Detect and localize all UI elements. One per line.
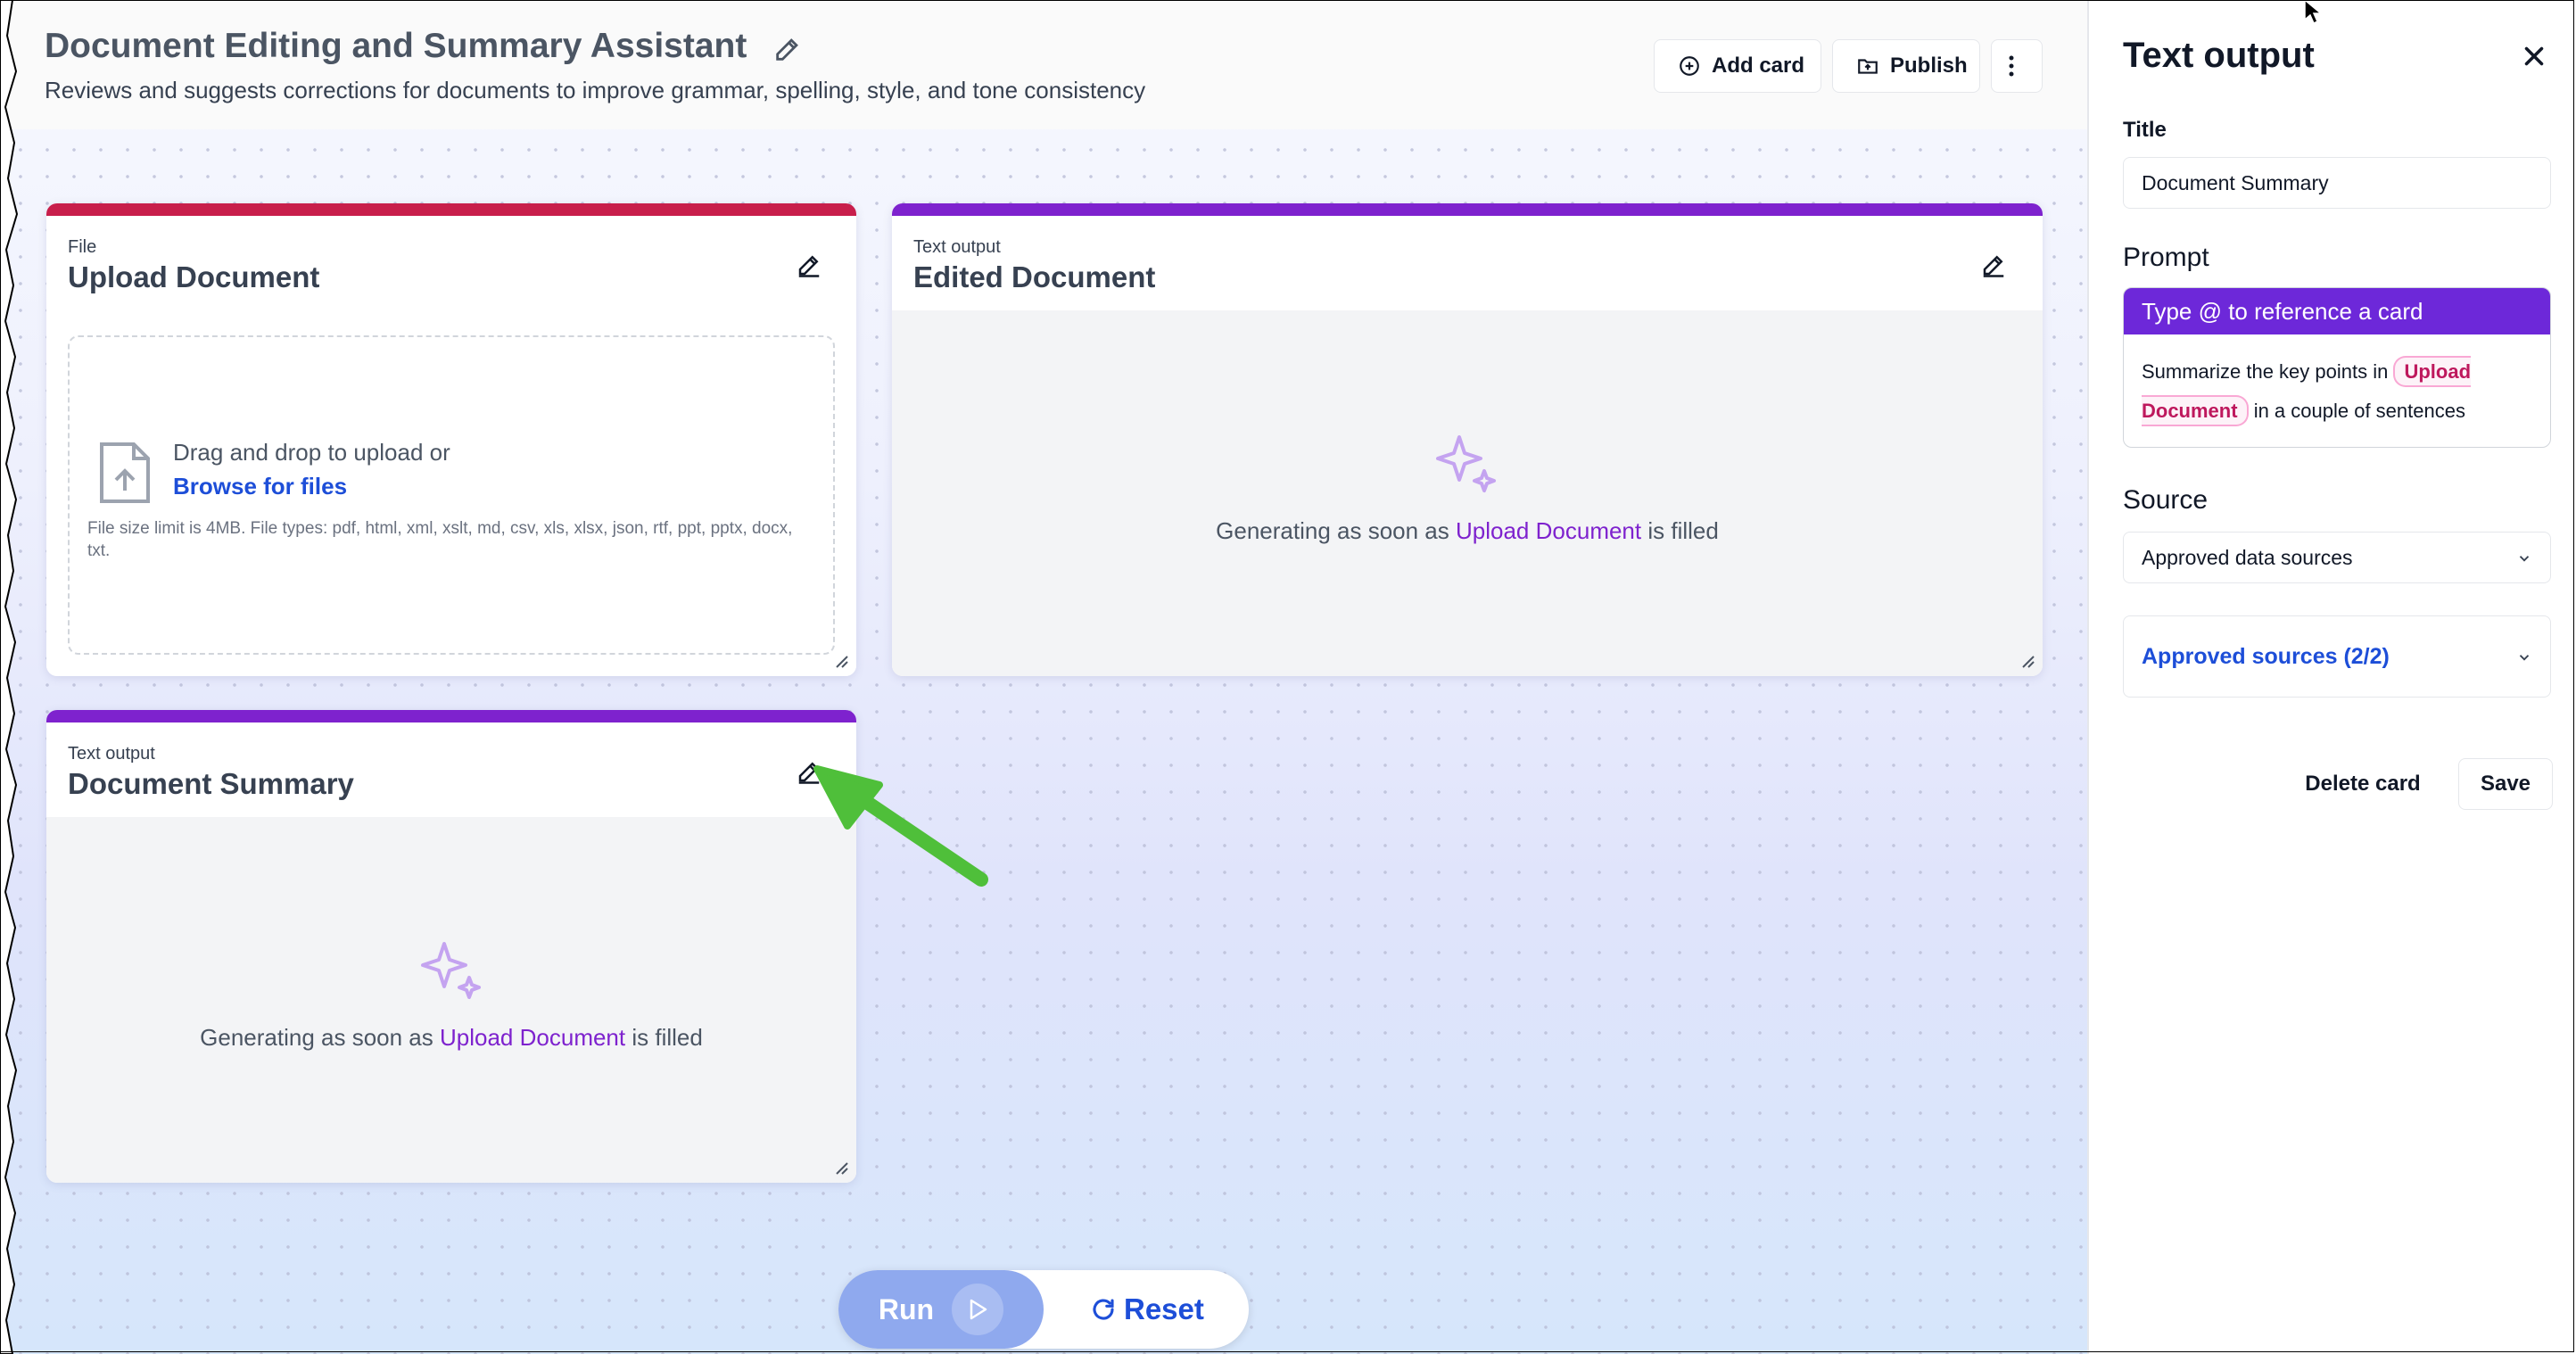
screenshot-border: [0, 0, 2574, 1352]
